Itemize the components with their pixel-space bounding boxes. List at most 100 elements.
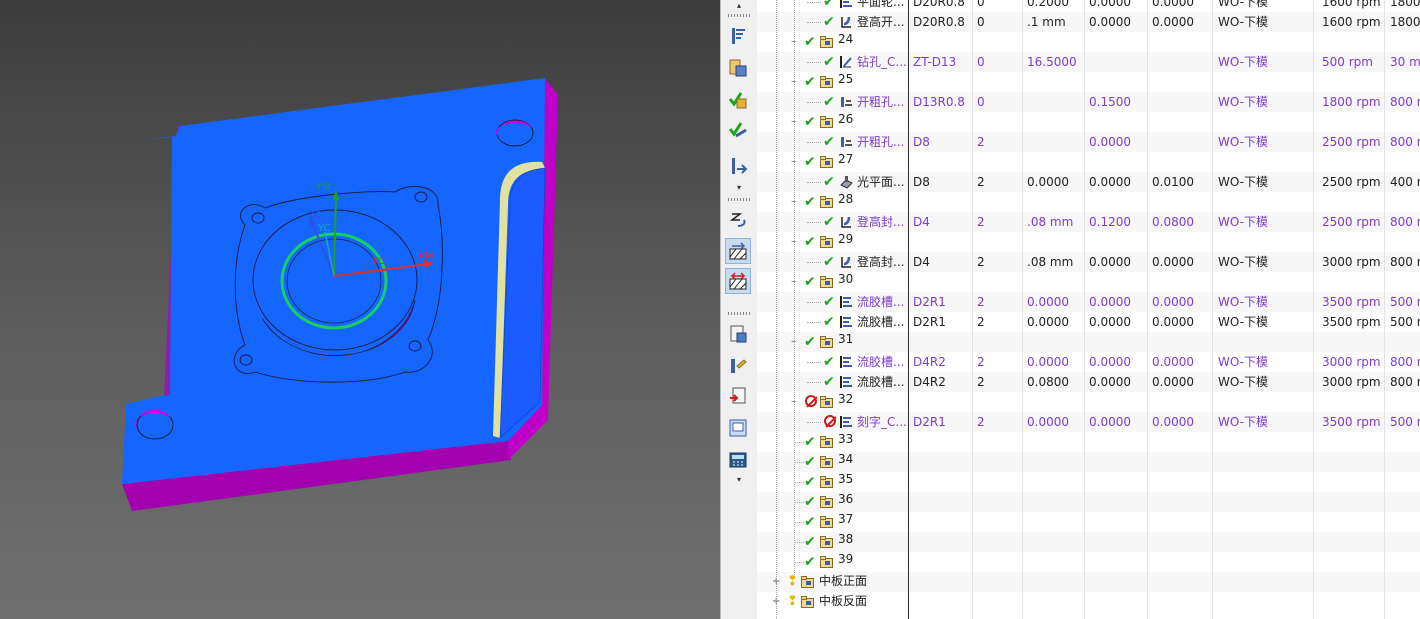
check-status-icon: ✔ [804,474,816,490]
tool-library-icon[interactable] [726,354,750,378]
feed-cell: 30 m [1390,55,1420,69]
feed-cell: 500 m [1390,315,1420,329]
toolbar-scroll-down-2[interactable]: ▾ [721,476,757,484]
operation-row[interactable]: ✔ 流胶槽... D4R2 2 0.0800 0.0000 0.0000 WO-下模 3000 … [757,372,1420,392]
column-divider[interactable] [972,0,973,619]
plate-top-face [122,78,545,484]
spindle-speed-cell: 2500 rpm [1322,135,1381,149]
column-divider[interactable] [1147,0,1148,619]
operation-name: 开粗孔... [857,95,905,109]
program-group-row[interactable]: ✔ 39 [757,552,1420,572]
graphics-viewport[interactable]: YM XM ZC YC XC [0,0,720,619]
col-b-cell: 16.5000 [1027,55,1077,69]
program-root-row[interactable]: + ❢ 中板正面 [757,572,1420,592]
program-root-row[interactable]: + ❢ 中板反面 [757,592,1420,612]
program-group-row[interactable]: ✔ 36 [757,492,1420,512]
generate-path-icon[interactable] [726,118,750,142]
col-d-cell: 0.0000 [1152,0,1194,9]
name-column-divider[interactable] [908,0,909,619]
operation-row[interactable]: ✔ 平面轮... D20R0.8 0 0.2000 0.0000 0.0000 WO-下模 16… [757,0,1420,12]
col-d-cell [1152,132,1210,152]
program-group-row[interactable]: ✔ 33 [757,432,1420,452]
column-divider[interactable] [1084,0,1085,619]
col-b-cell: .08 mm [1027,255,1074,269]
shop-documentation-icon[interactable] [726,322,750,346]
operation-row[interactable]: ✔ 流胶槽... D4R2 2 0.0000 0.0000 0.0000 WO-下模 3000 … [757,352,1420,372]
operation-row[interactable]: ✔ 登高开... D20R0.8 0 .1 mm 0.0000 0.0000 WO-下模 160… [757,12,1420,32]
toolbar-scroll-up[interactable]: ▴ [721,2,757,10]
toolbar-grip-2[interactable] [728,198,750,201]
group-name: 36 [838,492,854,506]
planar-profile-icon [839,295,853,309]
column-divider[interactable] [1212,0,1213,619]
spindle-speed-cell: 3500 rpm [1322,295,1381,309]
column-divider[interactable] [1022,0,1023,619]
column-divider[interactable] [1384,0,1385,619]
program-group-row[interactable]: – ✔ 29 [757,232,1420,252]
program-group-row[interactable]: – ✔ 24 [757,32,1420,52]
geometry-cell: WO-下模 [1218,375,1268,389]
check-status-icon: ✔ [804,434,816,450]
drill-icon [839,55,853,69]
bulb-status-icon: ❢ [787,574,798,589]
group-name: 30 [838,272,854,286]
spindle-speed-cell: 2500 rpm [1322,215,1381,229]
feed-cell: 800 m [1390,375,1420,389]
program-group-row[interactable]: ✔ 37 [757,512,1420,532]
toolbar-scroll-down[interactable]: ▾ [721,184,757,192]
col-c-cell: 0.0000 [1089,415,1131,429]
operation-row[interactable]: ✔ 开粗孔... D13R0.8 0 0.1500 WO-下模 1800 rpm 800 m [757,92,1420,112]
program-group-row[interactable]: ✔ 35 [757,472,1420,492]
program-group-row[interactable]: – ✔ 30 [757,272,1420,292]
tool-cell: D13R0.8 [913,95,965,109]
operation-row[interactable]: 刻字_C... D2R1 2 0.0000 0.0000 0.0000 WO-下模 3500 … [757,412,1420,432]
operation-row[interactable]: ✔ 登高封... D4 2 .08 mm 0.0000 0.0000 WO-下模 3000 rp… [757,252,1420,272]
hatch-blank-icon[interactable] [725,238,751,264]
cavity-mill-icon [839,135,853,149]
toolbar-grip[interactable] [728,14,750,17]
create-program-icon[interactable] [726,56,750,80]
part-model[interactable]: YM XM ZC YC XC [0,0,720,619]
tool-path-display-icon[interactable] [726,208,750,232]
program-group-row[interactable]: ✔ 38 [757,532,1420,552]
program-group-row[interactable]: ✔ 34 [757,452,1420,472]
group-name: 24 [838,32,854,46]
col-d-cell: 0.0000 [1152,295,1194,309]
postprocess-icon[interactable] [726,154,750,178]
create-operation-icon[interactable] [726,24,750,48]
resource-toolbar: ▴ ▾ ▾ [720,0,758,619]
check-status-icon: ✔ [823,214,835,230]
tree-line [807,362,821,364]
program-group-row[interactable]: – ✔ 28 [757,192,1420,212]
planar-profile-icon [839,415,853,429]
col-b-cell [1027,92,1089,112]
column-divider[interactable] [1313,0,1314,619]
verify-operation-icon[interactable] [726,88,750,112]
program-group-row[interactable]: – ✔ 31 [757,332,1420,352]
calculator-icon[interactable] [726,448,750,472]
spindle-speed-cell: 3000 rpm [1322,255,1381,269]
toolbar-grip-3[interactable] [728,312,750,315]
program-group-row[interactable]: –32 [757,392,1420,412]
operation-row[interactable]: ✔ 光平面... D8 2 0.0000 0.0000 0.0100 WO-下模 2500 rp… [757,172,1420,192]
tool-cell: D20R0.8 [913,0,965,9]
operation-navigator[interactable]: ✔ 平面轮... D20R0.8 0 0.2000 0.0000 0.0000 WO-下模 16… [757,0,1420,619]
program-group-row[interactable]: – ✔ 27 [757,152,1420,172]
hatch-material-icon[interactable] [725,268,751,294]
operation-row[interactable]: ✔ 登高封... D4 2 .08 mm 0.1200 0.0800 WO-下模 2500 rp… [757,212,1420,232]
col-a-cell: 0 [977,95,985,109]
operation-row[interactable]: ✔ 流胶槽... D2R1 2 0.0000 0.0000 0.0000 WO-下模 3500 … [757,292,1420,312]
feed-cell: 500 m [1390,295,1420,309]
feed-cell: 800 m [1390,255,1420,269]
work-instruction-icon[interactable] [726,416,750,440]
col-a-cell: 2 [977,315,985,329]
program-group-row[interactable]: – ✔ 25 [757,72,1420,92]
program-group-row[interactable]: – ✔ 26 [757,112,1420,132]
check-status-icon: ✔ [804,454,816,470]
feed-cell: 1800 [1390,0,1420,9]
operation-row[interactable]: ✔ 流胶槽... D2R1 2 0.0000 0.0000 0.0000 WO-下模 3500 … [757,312,1420,332]
output-cls-icon[interactable] [726,384,750,408]
col-a-cell: 0 [977,0,985,9]
operation-row[interactable]: ✔ 开粗孔... D8 2 0.0000 WO-下模 2500 rpm 800 m [757,132,1420,152]
operation-row[interactable]: ✔ 钻孔_C... ZT-D13 0 16.5000 WO-下模 500 rpm 30 m [757,52,1420,72]
